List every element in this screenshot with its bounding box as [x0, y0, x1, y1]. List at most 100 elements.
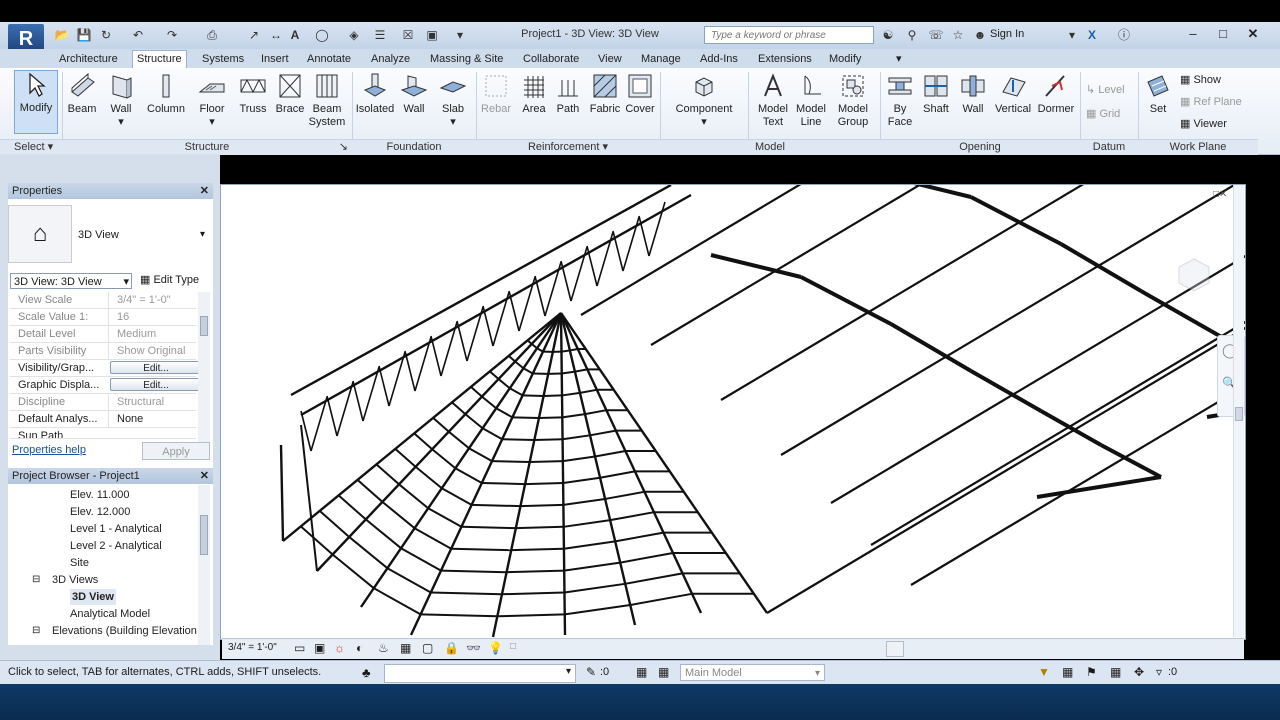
hip-rafter[interactable]: [560, 312, 768, 614]
tree-item-level-2-analytical[interactable]: Level 2 - Analytical: [70, 538, 162, 554]
type-selector-dropdown-icon[interactable]: ▾: [200, 229, 205, 240]
dimension-icon[interactable]: ↔: [268, 27, 284, 43]
purlin[interactable]: [375, 463, 400, 486]
purlin[interactable]: [506, 569, 565, 574]
drag-elements-icon[interactable]: ✥: [1134, 665, 1144, 679]
collapse-icon[interactable]: ⊟: [32, 572, 40, 588]
prop-value[interactable]: None: [108, 411, 196, 427]
purlin[interactable]: [534, 438, 563, 442]
purlin[interactable]: [502, 438, 535, 442]
save-icon[interactable]: 💾: [76, 27, 92, 43]
tree-item-analytical-model[interactable]: Analytical Model: [70, 606, 150, 622]
minimize-button[interactable]: –: [1180, 25, 1206, 43]
viewport-vertical-scrollbar[interactable]: [1233, 185, 1244, 637]
purlin[interactable]: [441, 487, 473, 506]
open-icon[interactable]: 📂: [54, 27, 70, 43]
arch-frame[interactable]: [1040, 409, 1102, 447]
panel-launcher-icon[interactable]: ↘: [339, 140, 348, 155]
viewcube[interactable]: [1169, 255, 1219, 295]
arch-frame[interactable]: [889, 322, 973, 373]
tab-massing-site[interactable]: Massing & Site: [426, 51, 507, 67]
viewport-close-icon[interactable]: □✕: [1213, 189, 1227, 200]
purlin[interactable]: [538, 416, 563, 419]
purlin[interactable]: [497, 613, 565, 618]
arch-frame[interactable]: [800, 275, 892, 326]
arch-frame[interactable]: [970, 195, 1062, 246]
purlin[interactable]: [482, 427, 503, 441]
detail-level-icon[interactable]: ▭: [294, 641, 305, 655]
purlin[interactable]: [468, 447, 493, 462]
ridge-purlin[interactable]: [870, 185, 1245, 546]
design-option-dropdown[interactable]: Main Model ▾: [680, 664, 825, 681]
purlin[interactable]: [599, 470, 636, 479]
communication-icon[interactable]: ☏: [928, 27, 944, 43]
tree-item-elev-11[interactable]: Elev. 11.000: [70, 487, 130, 503]
purlin[interactable]: [471, 503, 521, 508]
sun-path-icon[interactable]: ☼: [334, 641, 345, 655]
wall-button[interactable]: Wall ▾: [104, 72, 138, 129]
purlin[interactable]: [561, 391, 581, 397]
beam-system-button[interactable]: Beam System: [308, 72, 346, 129]
purlin[interactable]: [609, 511, 655, 522]
apply-button[interactable]: Apply: [142, 442, 210, 460]
set-work-plane-button[interactable]: Set: [1142, 72, 1174, 116]
purlin[interactable]: [564, 561, 621, 572]
purlin[interactable]: [564, 582, 626, 594]
text-icon[interactable]: A: [287, 27, 303, 43]
show-work-plane-button[interactable]: ▦ Show: [1180, 74, 1270, 87]
close-button[interactable]: ✕: [1240, 25, 1266, 43]
3d-view-canvas[interactable]: ◯ 🔍 □✕: [220, 184, 1246, 640]
purlin[interactable]: [579, 388, 598, 394]
crop-view-icon[interactable]: ▦: [400, 641, 411, 655]
beam-button[interactable]: Beam: [64, 72, 100, 116]
purlin[interactable]: [630, 592, 693, 607]
purlin[interactable]: [348, 536, 389, 569]
level-button[interactable]: ↳ Level: [1086, 84, 1136, 97]
tab-architecture[interactable]: Architecture: [55, 51, 122, 67]
switch-windows-icon[interactable]: ▣: [424, 27, 440, 43]
tree-item-site[interactable]: Site: [70, 555, 89, 571]
purlin[interactable]: [614, 531, 664, 543]
purlin[interactable]: [561, 370, 576, 375]
purlin[interactable]: [543, 394, 563, 397]
purlin[interactable]: [531, 343, 538, 350]
truss-web[interactable]: [404, 350, 416, 392]
arch-frame[interactable]: [1059, 242, 1143, 293]
modify-button[interactable]: Modify: [14, 70, 58, 134]
project-browser-close-icon[interactable]: ✕: [200, 468, 209, 484]
truss-web[interactable]: [326, 395, 338, 437]
tab-collaborate[interactable]: Collaborate: [519, 51, 583, 67]
cover-button[interactable]: Cover: [624, 72, 656, 116]
purlin[interactable]: [522, 394, 544, 397]
purlin[interactable]: [515, 525, 564, 530]
purlin[interactable]: [430, 591, 503, 596]
purlin[interactable]: [512, 416, 539, 419]
3d-view-icon[interactable]: ◯: [314, 27, 330, 43]
purlin[interactable]: [319, 510, 350, 538]
fabric-button[interactable]: Fabric: [588, 72, 622, 116]
purlin[interactable]: [365, 518, 402, 549]
purlin[interactable]: [594, 450, 626, 458]
ribbon-minimize-icon[interactable]: ▾: [892, 51, 906, 67]
graphic-display-edit-button[interactable]: Edit...: [110, 378, 202, 391]
hip-rafter[interactable]: [559, 312, 637, 626]
purlin[interactable]: [386, 567, 432, 594]
editable-only-icon[interactable]: ✎: [586, 665, 596, 679]
purlin[interactable]: [489, 370, 500, 380]
print-icon[interactable]: ⎙: [204, 27, 220, 43]
tab-manage[interactable]: Manage: [637, 51, 685, 67]
purlin[interactable]: [522, 367, 534, 375]
slab-button[interactable]: Slab ▾: [436, 72, 470, 129]
section-icon[interactable]: ◈: [346, 27, 362, 43]
component-button[interactable]: Component ▾: [668, 72, 740, 129]
edit-type-button[interactable]: ▦ Edit Type: [140, 273, 199, 286]
purlin[interactable]: [481, 482, 526, 486]
render-icon[interactable]: ♨: [378, 641, 389, 655]
project-browser-scroll-thumb[interactable]: [200, 515, 208, 555]
tree-item-3d-views[interactable]: 3D Views: [52, 572, 98, 588]
truss-web[interactable]: [430, 335, 442, 377]
purlin[interactable]: [497, 378, 511, 390]
purlin[interactable]: [514, 360, 525, 370]
purlin[interactable]: [508, 355, 516, 363]
purlin[interactable]: [481, 395, 497, 410]
